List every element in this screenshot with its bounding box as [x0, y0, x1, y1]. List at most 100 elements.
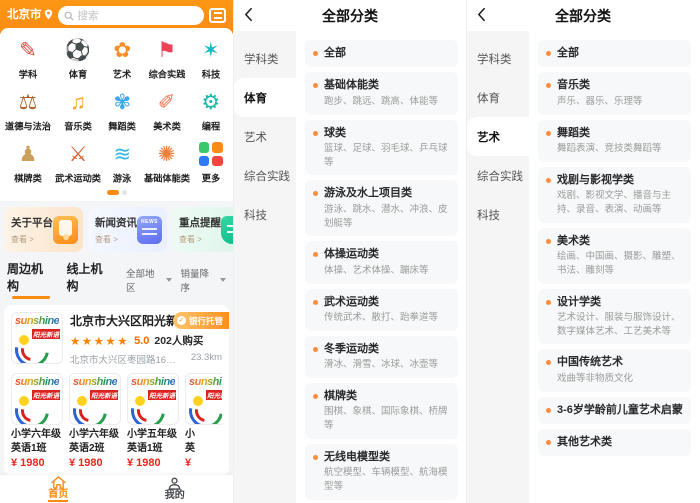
- course-card[interactable]: sunshine 阳光新语 小 英 ¥: [185, 373, 222, 469]
- category-header: 全部分类: [234, 0, 466, 31]
- course-card[interactable]: sunshine 阳光新语 小学六年级 英语1班 ¥ 1980: [11, 373, 63, 469]
- category-label: 美术类: [153, 119, 181, 133]
- bullet-icon: [313, 51, 318, 56]
- tab-home[interactable]: 首页: [0, 475, 117, 503]
- page-dot: [122, 190, 127, 195]
- promo-row: 关于平台 查看 > 新闻资讯 查看 > NEWS 重点提醒 查看 >: [4, 207, 229, 252]
- category-icon: ♫: [63, 88, 93, 116]
- category-cell[interactable]: ✐ 美术类: [142, 88, 192, 133]
- subcategory-item[interactable]: 设计学类 艺术设计、服装与服饰设计、数字媒体艺术、工艺美术等: [538, 289, 691, 345]
- category-label: 艺术: [113, 67, 131, 81]
- star-rating: ★★★★★: [70, 334, 129, 348]
- subcategory-item[interactable]: 武术运动类 传统武术、散打、跆拳道等: [305, 289, 458, 331]
- subcategory-item[interactable]: 戏剧与影视学类 戏剧、影视文学、播音与主持、录音、表演、动画等: [538, 167, 691, 223]
- course-list: sunshine 阳光新语 小学六年级 英语1班 ¥ 1980: [11, 373, 222, 469]
- promo-alerts[interactable]: 重点提醒 查看 >: [172, 207, 233, 252]
- sidebar-item[interactable]: 艺术: [467, 117, 529, 156]
- tab-nearby-orgs[interactable]: 周边机构: [7, 260, 55, 299]
- subcategory-item[interactable]: 球类 篮球、足球、羽毛球、乒乓球等: [305, 120, 458, 176]
- category-cell[interactable]: ✺ 基础体能类: [142, 140, 192, 185]
- subcategory-item[interactable]: 基础体能类 跑步、跳远、跳高、体能等: [305, 72, 458, 114]
- subcategory-title: 球类: [324, 126, 451, 141]
- subcategory-title: 游泳及水上项目类: [324, 186, 451, 201]
- category-sheet: ✎ 学科 ⚽ 体育 ✿ 艺术 ⚑ 综合实践: [0, 28, 233, 201]
- sidebar-item[interactable]: 艺术: [234, 117, 296, 156]
- sidebar-item-label: 科技: [477, 207, 500, 223]
- category-cell[interactable]: ✾ 舞蹈类: [103, 88, 142, 133]
- subcategory-item[interactable]: 音乐类 声乐、器乐、乐理等: [538, 72, 691, 114]
- school-logo: sunshine 阳光新语: [11, 312, 63, 364]
- org-tabs-row: 周边机构 线上机构 全部地区 销量降序: [4, 258, 229, 299]
- bullet-icon: [546, 83, 551, 88]
- subcategory-title: 戏剧与影视学类: [557, 173, 684, 188]
- subcategory-item[interactable]: 全部: [305, 40, 458, 67]
- category-cell[interactable]: ⚖ 道德与法治: [3, 88, 53, 133]
- promo-about-platform[interactable]: 关于平台 查看 >: [4, 207, 83, 252]
- subcategory-subtitle: 体操、艺术体操、蹦床等: [324, 264, 429, 278]
- category-cell[interactable]: ⚽ 体育: [53, 36, 103, 81]
- subcategory-item[interactable]: 棋牌类 围棋、象棋、国际象棋、桥牌等: [305, 383, 458, 439]
- category-icon: ✾: [107, 88, 137, 116]
- sidebar-item[interactable]: 体育: [234, 78, 296, 117]
- promo-news[interactable]: 新闻资讯 查看 > NEWS: [88, 207, 167, 252]
- category-cell[interactable]: ♟ 棋牌类: [3, 140, 53, 185]
- sidebar-item-label: 体育: [244, 90, 267, 106]
- school-card-sunshine[interactable]: ✓ 银行托管 sunshine 阳光新语 北京市大兴区阳光新语培训学校 ★: [4, 305, 229, 476]
- news-icon: NEWS: [137, 216, 162, 244]
- subcategory-item[interactable]: 游泳及水上项目类 游泳、跳水、潜水、冲浪、皮划艇等: [305, 180, 458, 236]
- subcategory-item[interactable]: 冬季运动类 滑冰、滑雪、冰球、冰壶等: [305, 336, 458, 378]
- course-card[interactable]: sunshine 阳光新语 小学五年级 英语1班 ¥ 1980: [127, 373, 179, 469]
- course-thumbnail-logo: sunshine 阳光新语: [185, 373, 222, 425]
- filter-label: 销量降序: [181, 266, 218, 294]
- category-icon: ✶: [196, 36, 226, 64]
- sidebar-item[interactable]: 科技: [467, 195, 529, 234]
- category-icon: ✿: [107, 36, 137, 64]
- sidebar-item[interactable]: 科技: [234, 195, 296, 234]
- category-cell[interactable]: ⚔ 武术运动类: [53, 140, 103, 185]
- bullet-icon: [313, 191, 318, 196]
- scan-icon[interactable]: [209, 8, 226, 23]
- sidebar-item-label: 学科类: [477, 51, 512, 67]
- category-label: 编程: [202, 119, 220, 133]
- subcategory-item[interactable]: 全部: [538, 40, 691, 67]
- subcategory-title: 3-6岁学龄前儿童艺术启蒙: [557, 403, 683, 418]
- category-cell[interactable]: ✿ 艺术: [103, 36, 142, 81]
- category-cell[interactable]: ≋ 游泳: [103, 140, 142, 185]
- tab-online-orgs[interactable]: 线上机构: [67, 260, 115, 299]
- city-selector[interactable]: 北京市: [7, 6, 53, 22]
- filters: 全部地区 销量降序: [126, 266, 226, 294]
- subcategory-item[interactable]: 美术类 绘画、中国画、摄影、雕塑、书法、雕刻等: [538, 228, 691, 284]
- sidebar-item[interactable]: 学科类: [467, 39, 529, 78]
- subcategory-item[interactable]: 舞蹈类 舞蹈表演、竞技类舞蹈等: [538, 120, 691, 162]
- tab-mine[interactable]: 我的: [117, 475, 234, 503]
- course-card[interactable]: sunshine 阳光新语 小学六年级 英语2班 ¥ 1980: [69, 373, 121, 469]
- filter-sort[interactable]: 销量降序: [181, 266, 226, 294]
- category-label: 体育: [69, 67, 87, 81]
- category-cell[interactable]: ✎ 学科: [3, 36, 53, 81]
- home-icon: [51, 476, 66, 489]
- subcategory-item[interactable]: 无线电模型类 航空模型、车辆模型、航海模型等: [305, 444, 458, 500]
- category-cell[interactable]: ♫ 音乐类: [53, 88, 103, 133]
- check-icon: ✓: [177, 316, 186, 325]
- subcategory-item[interactable]: 中国传统艺术 戏曲等非物质文化: [538, 349, 691, 391]
- subcategory-item[interactable]: 3-6岁学龄前儿童艺术启蒙: [538, 397, 691, 424]
- category-cell[interactable]: ⚑ 综合实践: [142, 36, 192, 81]
- sidebar-item[interactable]: 综合实践: [467, 156, 529, 195]
- sidebar-item[interactable]: 综合实践: [234, 156, 296, 195]
- promo-title: 新闻资讯: [95, 215, 137, 230]
- sidebar-item[interactable]: 学科类: [234, 39, 296, 78]
- search-input[interactable]: 搜索: [58, 6, 205, 25]
- category-cell[interactable]: ⚙ 编程: [192, 88, 231, 133]
- sidebar-item-label: 体育: [477, 90, 500, 106]
- course-thumbnail-logo: sunshine 阳光新语: [69, 373, 121, 425]
- bullet-icon: [546, 239, 551, 244]
- subcategory-item[interactable]: 体操运动类 体操、艺术体操、蹦床等: [305, 241, 458, 283]
- filter-region[interactable]: 全部地区: [126, 266, 171, 294]
- sidebar-item[interactable]: 体育: [467, 78, 529, 117]
- category-cell[interactable]: ✶ 科技: [192, 36, 231, 81]
- back-button[interactable]: [477, 7, 486, 27]
- category-cell[interactable]: 更多: [192, 140, 231, 185]
- search-icon: [64, 11, 74, 21]
- back-button[interactable]: [244, 7, 253, 27]
- subcategory-item[interactable]: 其他艺术类: [538, 429, 691, 456]
